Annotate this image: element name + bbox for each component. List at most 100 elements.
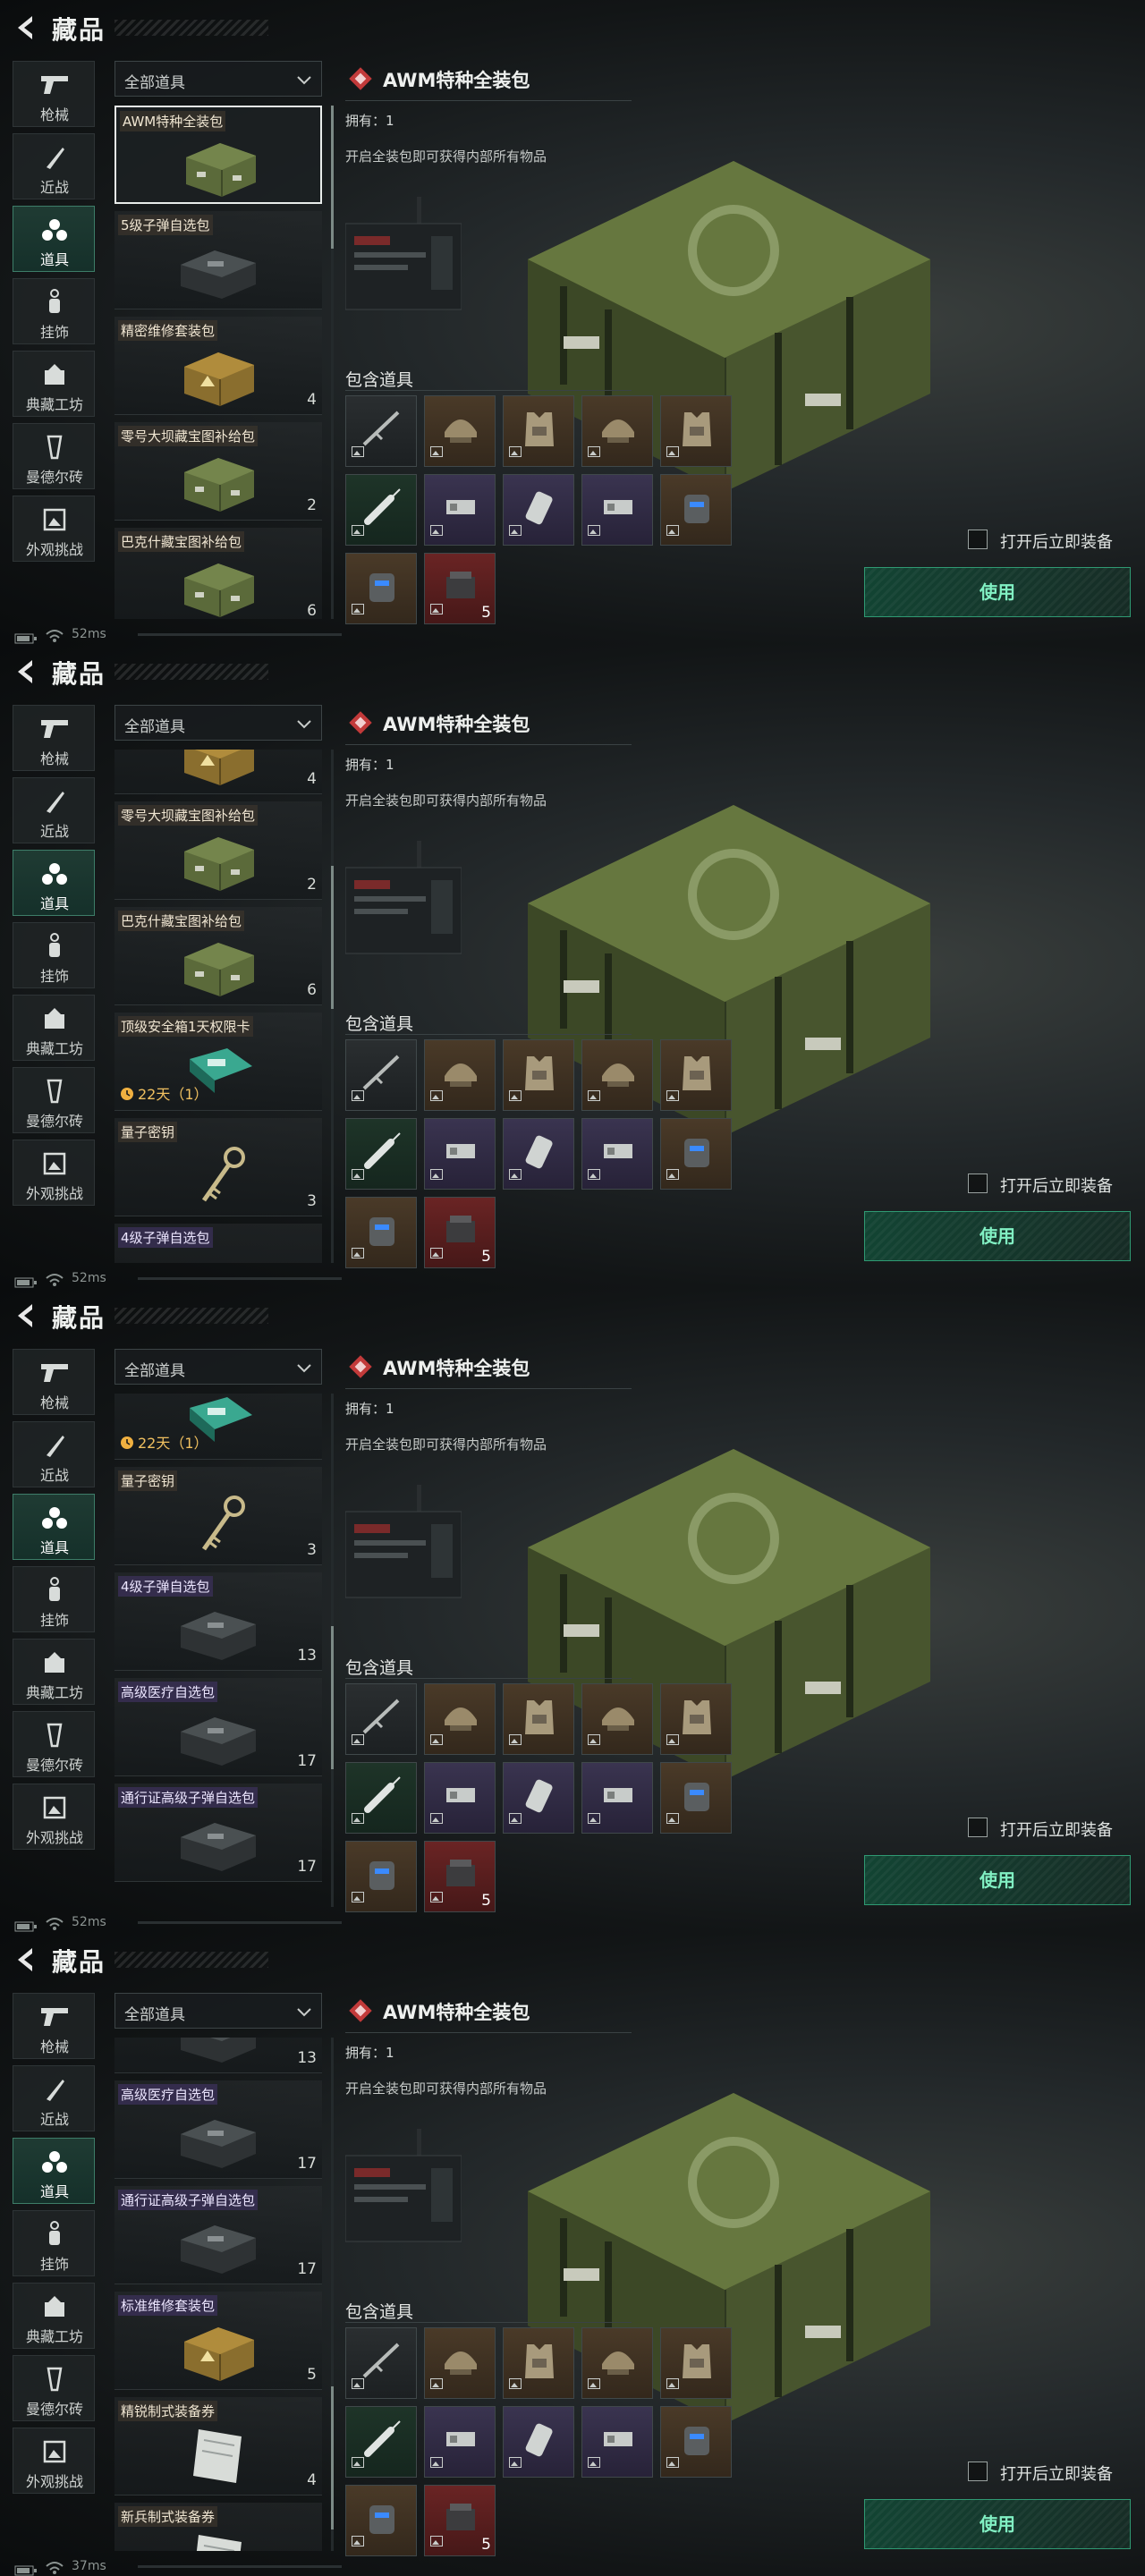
sidebar-item-pistol[interactable]: 枪械 <box>13 1349 95 1415</box>
content-slot[interactable] <box>345 553 417 624</box>
back-arrow-icon[interactable] <box>13 13 39 43</box>
content-slot[interactable]: 5 <box>424 2485 496 2556</box>
list-item[interactable]: 顶级安全箱1天权限卡 22天（1） <box>114 1013 322 1111</box>
list-item[interactable]: 巴克什藏宝图补给包 6 <box>114 907 322 1005</box>
sidebar-item-knife[interactable]: 近战 <box>13 2065 95 2131</box>
scrollbar-thumb[interactable] <box>331 866 334 1009</box>
auto-equip-checkbox[interactable] <box>968 2462 988 2481</box>
auto-equip-option[interactable]: 打开后立即装备 <box>968 1816 1138 1841</box>
sidebar-item-brick[interactable]: 曼德尔砖 <box>13 423 95 489</box>
content-slot[interactable] <box>581 395 653 467</box>
content-slot[interactable] <box>660 1118 732 1190</box>
content-slot[interactable] <box>503 1118 574 1190</box>
content-slot[interactable] <box>424 395 496 467</box>
sidebar-item-charm[interactable]: 挂饰 <box>13 922 95 988</box>
list-scrollbar[interactable] <box>331 2038 334 2551</box>
list-item[interactable]: 5级子弹自选包 <box>114 211 322 309</box>
sidebar-item-brick[interactable]: 曼德尔砖 <box>13 1711 95 1777</box>
sidebar-item-pistol[interactable]: 枪械 <box>13 1993 95 2059</box>
list-item[interactable]: 通行证高级子弹自选包 17 <box>114 2186 322 2284</box>
content-slot[interactable] <box>581 2327 653 2399</box>
back-arrow-icon[interactable] <box>13 1945 39 1975</box>
sidebar-item-challenge[interactable]: 外观挑战 <box>13 1784 95 1850</box>
scrollbar-thumb[interactable] <box>331 106 334 249</box>
sidebar-item-items[interactable]: 道具 <box>13 850 95 916</box>
content-slot[interactable] <box>424 474 496 546</box>
auto-equip-checkbox[interactable] <box>968 530 988 549</box>
sidebar-item-workshop[interactable]: 典藏工坊 <box>13 351 95 417</box>
content-slot[interactable] <box>660 1683 732 1755</box>
content-slot[interactable] <box>424 2327 496 2399</box>
content-slot[interactable] <box>345 2485 417 2556</box>
sidebar-item-items[interactable]: 道具 <box>13 2138 95 2204</box>
list-item[interactable]: 零号大坝藏宝图补给包 2 <box>114 801 322 900</box>
content-slot[interactable] <box>581 1683 653 1755</box>
content-slot[interactable] <box>345 1762 417 1834</box>
content-slot[interactable] <box>424 1762 496 1834</box>
list-item[interactable]: 精密维修套装包 4 <box>114 317 322 415</box>
sidebar-item-items[interactable]: 道具 <box>13 1494 95 1560</box>
list-item[interactable]: 精锐制式装备券 4 <box>114 2397 322 2496</box>
sidebar-item-charm[interactable]: 挂饰 <box>13 278 95 344</box>
list-scrollbar[interactable] <box>331 106 334 619</box>
content-slot[interactable] <box>503 395 574 467</box>
use-button[interactable]: 使用 <box>864 1855 1131 1905</box>
content-slot[interactable] <box>581 1039 653 1111</box>
auto-equip-checkbox[interactable] <box>968 1818 988 1837</box>
list-item[interactable]: 巴克什藏宝图补给包 6 <box>114 528 322 619</box>
sidebar-item-brick[interactable]: 曼德尔砖 <box>13 1067 95 1133</box>
sidebar-item-challenge[interactable]: 外观挑战 <box>13 496 95 562</box>
content-slot[interactable] <box>345 395 417 467</box>
content-slot[interactable] <box>345 1039 417 1111</box>
sidebar-item-knife[interactable]: 近战 <box>13 1421 95 1487</box>
sidebar-item-charm[interactable]: 挂饰 <box>13 1566 95 1632</box>
list-item[interactable]: 高级医疗自选包 17 <box>114 1678 322 1776</box>
content-slot[interactable] <box>503 1683 574 1755</box>
sidebar-item-pistol[interactable]: 枪械 <box>13 705 95 771</box>
content-slot[interactable] <box>660 1039 732 1111</box>
back-arrow-icon[interactable] <box>13 1301 39 1331</box>
list-item[interactable]: 4 <box>114 750 322 794</box>
list-item[interactable]: 高级医疗自选包 17 <box>114 2080 322 2179</box>
content-slot[interactable] <box>660 2327 732 2399</box>
content-slot[interactable]: 5 <box>424 1841 496 1912</box>
content-slot[interactable] <box>581 1762 653 1834</box>
sidebar-item-workshop[interactable]: 典藏工坊 <box>13 995 95 1061</box>
content-slot[interactable] <box>424 1039 496 1111</box>
content-slot[interactable] <box>424 1683 496 1755</box>
sidebar-item-workshop[interactable]: 典藏工坊 <box>13 2283 95 2349</box>
sidebar-item-charm[interactable]: 挂饰 <box>13 2210 95 2276</box>
use-button[interactable]: 使用 <box>864 2499 1131 2549</box>
use-button[interactable]: 使用 <box>864 1211 1131 1261</box>
content-slot[interactable] <box>581 2406 653 2478</box>
list-scrollbar[interactable] <box>331 1394 334 1907</box>
item-filter-dropdown[interactable]: 全部道具 <box>114 1349 322 1385</box>
auto-equip-option[interactable]: 打开后立即装备 <box>968 528 1138 553</box>
content-slot[interactable] <box>345 1841 417 1912</box>
list-item[interactable]: 4级子弹自选包 13 <box>114 1572 322 1671</box>
content-slot[interactable] <box>503 474 574 546</box>
content-slot[interactable] <box>345 1118 417 1190</box>
list-scrollbar[interactable] <box>331 750 334 1263</box>
sidebar-item-items[interactable]: 道具 <box>13 206 95 272</box>
auto-equip-option[interactable]: 打开后立即装备 <box>968 1172 1138 1197</box>
list-item[interactable]: 标准维修套装包 5 <box>114 2292 322 2390</box>
content-slot[interactable] <box>660 2406 732 2478</box>
list-item[interactable]: 13 <box>114 2038 322 2073</box>
item-filter-dropdown[interactable]: 全部道具 <box>114 705 322 741</box>
auto-equip-option[interactable]: 打开后立即装备 <box>968 2460 1138 2485</box>
content-slot[interactable] <box>345 2406 417 2478</box>
sidebar-item-brick[interactable]: 曼德尔砖 <box>13 2355 95 2421</box>
content-slot[interactable] <box>345 1197 417 1268</box>
content-slot[interactable]: 5 <box>424 1197 496 1268</box>
content-slot[interactable] <box>424 1118 496 1190</box>
sidebar-item-workshop[interactable]: 典藏工坊 <box>13 1639 95 1705</box>
auto-equip-checkbox[interactable] <box>968 1174 988 1193</box>
list-item[interactable]: 量子密钥 3 <box>114 1118 322 1216</box>
content-slot[interactable] <box>503 2327 574 2399</box>
content-slot[interactable] <box>503 2406 574 2478</box>
item-filter-dropdown[interactable]: 全部道具 <box>114 1993 322 2029</box>
sidebar-item-pistol[interactable]: 枪械 <box>13 61 95 127</box>
sidebar-item-knife[interactable]: 近战 <box>13 777 95 843</box>
content-slot[interactable] <box>424 2406 496 2478</box>
